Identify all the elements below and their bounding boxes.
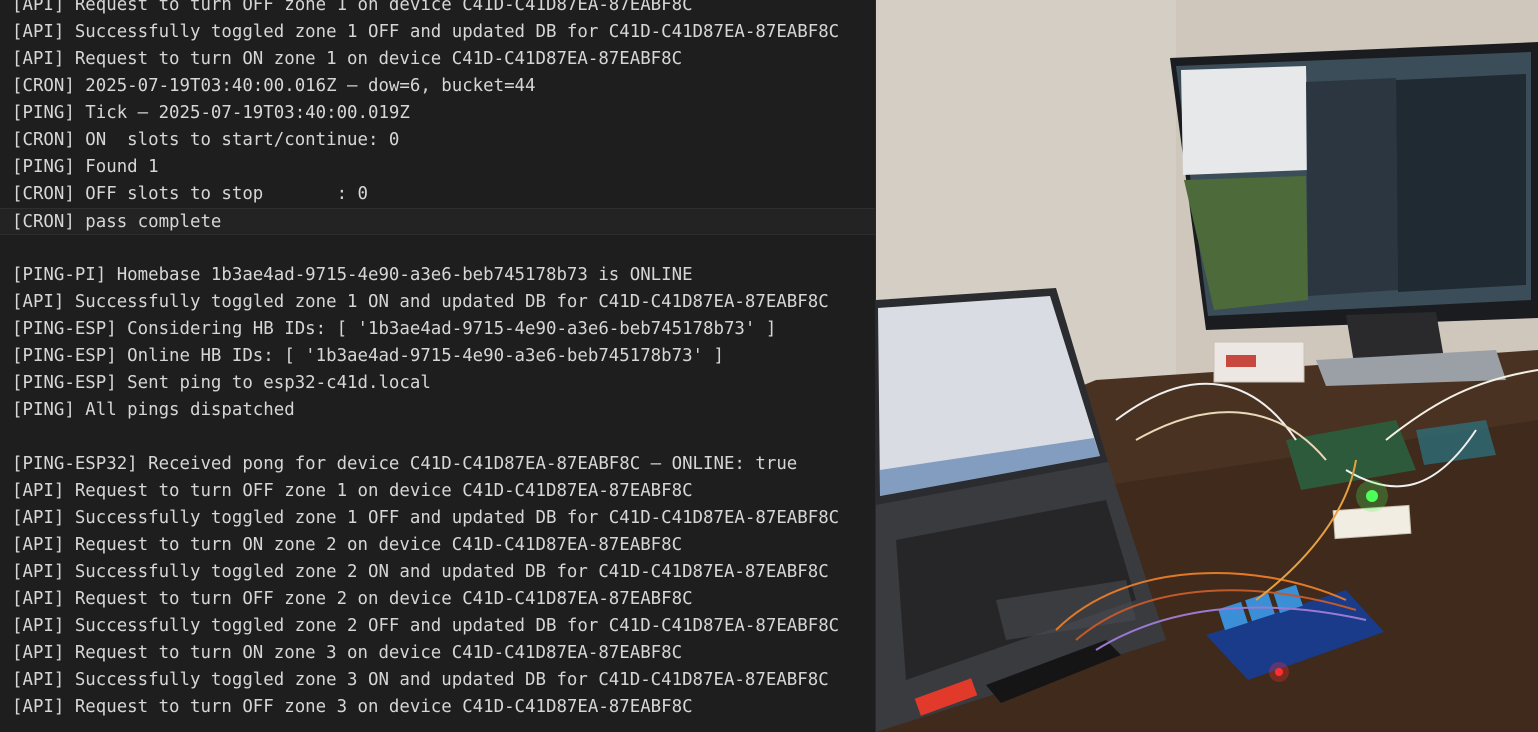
terminal-line: [API] Request to turn OFF zone 1 on devi… (12, 0, 693, 15)
terminal-line: [API] Successfully toggled zone 2 OFF an… (12, 616, 840, 636)
terminal-line: [API] Successfully toggled zone 1 ON and… (12, 292, 829, 312)
terminal-line: [PING] All pings dispatched (12, 400, 295, 420)
terminal-line: [CRON] 2025-07-19T03:40:00.016Z — dow=6,… (12, 76, 536, 96)
red-led-glow (1269, 662, 1289, 682)
terminal-line: [CRON] pass complete (0, 208, 875, 235)
terminal-line: [PING-PI] Homebase 1b3ae4ad-9715-4e90-a3… (12, 265, 693, 285)
terminal-line: [API] Request to turn OFF zone 1 on devi… (12, 481, 693, 501)
terminal-line: [PING-ESP] Considering HB IDs: [ '1b3ae4… (12, 319, 777, 339)
terminal-line: [API] Successfully toggled zone 2 ON and… (12, 562, 829, 582)
terminal-line: [PING-ESP] Online HB IDs: [ '1b3ae4ad-97… (12, 346, 724, 366)
terminal-panel[interactable]: [API] Request to turn OFF zone 1 on devi… (0, 0, 876, 732)
hardware-setup-photo (876, 0, 1538, 732)
terminal-line: [PING-ESP32] Received pong for device C4… (12, 454, 798, 474)
terminal-line: [API] Request to turn ON zone 1 on devic… (12, 49, 683, 69)
green-led-glow (1356, 480, 1388, 512)
terminal-line: [API] Request to turn ON zone 2 on devic… (12, 535, 683, 555)
terminal-output: [API] Request to turn OFF zone 1 on devi… (0, 0, 875, 721)
terminal-line: [API] Successfully toggled zone 1 OFF an… (12, 508, 840, 528)
terminal-line: [PING] Found 1 (12, 157, 159, 177)
terminal-line: [CRON] OFF slots to stop : 0 (12, 184, 368, 204)
split-view: [API] Request to turn OFF zone 1 on devi… (0, 0, 1538, 732)
terminal-line: [API] Request to turn ON zone 3 on devic… (12, 643, 683, 663)
terminal-line: [CRON] ON slots to start/continue: 0 (12, 130, 400, 150)
terminal-line: [PING-ESP] Sent ping to esp32-c41d.local (12, 373, 431, 393)
photo-illustration (876, 0, 1538, 732)
pi-case-label (1226, 355, 1256, 367)
terminal-line: [API] Successfully toggled zone 1 OFF an… (12, 22, 840, 42)
terminal-line: [PING] Tick — 2025-07-19T03:40:00.019Z (12, 103, 410, 123)
terminal-line: [API] Successfully toggled zone 3 ON and… (12, 670, 829, 690)
terminal-line: [API] Request to turn OFF zone 2 on devi… (12, 589, 693, 609)
terminal-line: [API] Request to turn OFF zone 3 on devi… (12, 697, 693, 717)
